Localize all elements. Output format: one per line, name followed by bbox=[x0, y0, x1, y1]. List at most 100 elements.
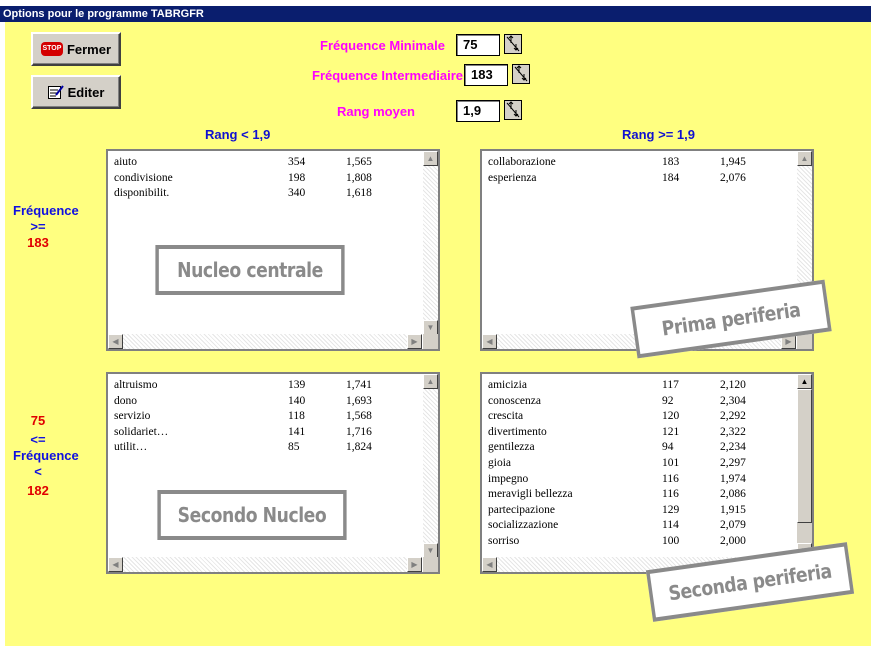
list-item[interactable]: amicizia 117 2,120 bbox=[488, 378, 780, 394]
frequency: 184 bbox=[662, 171, 680, 184]
frequency: 354 bbox=[288, 156, 306, 168]
freq-inter-value[interactable]: 183 bbox=[464, 64, 508, 86]
scroll-up-icon[interactable]: ▲ bbox=[423, 374, 438, 389]
horizontal-scrollbar[interactable]: ◀ ▶ bbox=[108, 557, 422, 572]
vertical-scrollbar[interactable]: ▲ ▼ bbox=[797, 374, 812, 558]
list-item[interactable]: crescita 120 2,292 bbox=[488, 409, 780, 425]
list-item[interactable]: collaborazione 183 1,945 bbox=[488, 155, 780, 171]
list-item[interactable]: meravigli bellezza 116 2,086 bbox=[488, 487, 780, 503]
list-item[interactable]: partecipazione 129 1,915 bbox=[488, 503, 780, 519]
options-panel: STOP Fermer Editer Fréquence Minimale 75… bbox=[5, 22, 871, 646]
rang-moyen-spinner[interactable]: 1,9 bbox=[456, 100, 522, 122]
scroll-up-icon[interactable]: ▲ bbox=[797, 151, 812, 166]
stamp-nucleo-centrale: Nucleo centrale bbox=[155, 245, 345, 295]
rank: 2,076 bbox=[720, 171, 746, 184]
word: sorriso bbox=[488, 534, 520, 547]
list-item[interactable]: altruismo 139 1,741 bbox=[114, 378, 406, 394]
scroll-thumb[interactable] bbox=[797, 389, 812, 523]
freq-min-spin-arrows[interactable] bbox=[504, 34, 522, 54]
scroll-right-icon[interactable]: ▶ bbox=[407, 334, 422, 349]
horizontal-scrollbar[interactable]: ◀ ▶ bbox=[108, 334, 422, 349]
scroll-down-icon[interactable]: ▼ bbox=[423, 320, 438, 335]
word: impegno bbox=[488, 472, 529, 485]
frequency: 120 bbox=[662, 410, 680, 423]
freq-inter-spinner[interactable]: 183 bbox=[464, 64, 530, 86]
freq-min-spinner[interactable]: 75 bbox=[456, 34, 522, 56]
editer-label: Editer bbox=[67, 84, 105, 100]
scroll-up-icon[interactable]: ▲ bbox=[797, 374, 812, 389]
list-item[interactable]: conoscenza 92 2,304 bbox=[488, 394, 780, 410]
word: amicizia bbox=[488, 379, 527, 391]
rank: 1,808 bbox=[346, 171, 372, 184]
rank: 1,741 bbox=[346, 379, 372, 391]
row-label-bottom-line3: Fréquence bbox=[13, 448, 79, 463]
rank: 1,568 bbox=[346, 410, 372, 423]
list-item[interactable]: impegno 116 1,974 bbox=[488, 472, 780, 488]
row-label-top-line1: Fréquence bbox=[13, 203, 79, 218]
list-item[interactable]: disponibilit. 340 1,618 bbox=[114, 186, 406, 202]
scroll-right-icon[interactable]: ▶ bbox=[407, 557, 422, 572]
rank: 1,974 bbox=[720, 472, 746, 485]
rang-moyen-value[interactable]: 1,9 bbox=[456, 100, 500, 122]
freq-inter-label: Fréquence Intermediaire bbox=[312, 68, 463, 83]
frequency: 100 bbox=[662, 534, 680, 547]
scroll-down-icon[interactable]: ▼ bbox=[423, 543, 438, 558]
vertical-scrollbar[interactable]: ▲ ▼ bbox=[423, 374, 438, 558]
list-item[interactable]: divertimento 121 2,322 bbox=[488, 425, 780, 441]
column-header-right: Rang >= 1,9 bbox=[622, 127, 695, 142]
list-item[interactable]: condivisione 198 1,808 bbox=[114, 171, 406, 187]
frequency: 139 bbox=[288, 379, 306, 391]
rank: 2,086 bbox=[720, 488, 746, 501]
scroll-up-icon[interactable]: ▲ bbox=[423, 151, 438, 166]
list-item[interactable]: aiuto 354 1,565 bbox=[114, 155, 406, 171]
word: gioia bbox=[488, 456, 511, 469]
list-item[interactable]: utilit… 85 1,824 bbox=[114, 440, 406, 456]
spin-arrows-icon bbox=[506, 35, 520, 52]
rank: 2,120 bbox=[720, 379, 746, 391]
frequency: 114 bbox=[662, 519, 679, 532]
word: meravigli bellezza bbox=[488, 488, 573, 501]
list-item[interactable]: gioia 101 2,297 bbox=[488, 456, 780, 472]
list-rows: aiuto 354 1,565 condivisione 198 1,808 dispo… bbox=[114, 155, 406, 202]
rank: 2,079 bbox=[720, 519, 746, 532]
rank: 1,565 bbox=[346, 156, 372, 168]
frequency: 141 bbox=[288, 425, 306, 438]
rang-moyen-spin-arrows[interactable] bbox=[504, 100, 522, 120]
listbox-seconda-periferia[interactable]: amicizia 117 2,120 conoscenza 92 2,304 cresc… bbox=[480, 372, 814, 574]
scroll-left-icon[interactable]: ◀ bbox=[482, 334, 497, 349]
list-item[interactable]: dono 140 1,693 bbox=[114, 394, 406, 410]
list-item[interactable]: esperienza 184 2,076 bbox=[488, 171, 780, 187]
list-item[interactable]: solidariet… 141 1,716 bbox=[114, 425, 406, 441]
scroll-left-icon[interactable]: ◀ bbox=[108, 557, 123, 572]
list-rows: altruismo 139 1,741 dono 140 1,693 servizio 1… bbox=[114, 378, 406, 456]
stamp-secondo-nucleo: Secondo Nucleo bbox=[157, 490, 347, 540]
scroll-left-icon[interactable]: ◀ bbox=[482, 557, 497, 572]
vertical-scrollbar[interactable]: ▲ ▼ bbox=[423, 151, 438, 335]
list-rows: collaborazione 183 1,945 esperienza 184 2,07… bbox=[488, 155, 780, 186]
frequency: 101 bbox=[662, 456, 680, 469]
listbox-secondo-nucleo[interactable]: altruismo 139 1,741 dono 140 1,693 servizio 1… bbox=[106, 372, 440, 574]
list-item[interactable]: gentilezza 94 2,234 bbox=[488, 440, 780, 456]
stop-icon: STOP bbox=[40, 42, 63, 56]
freq-min-label: Fréquence Minimale bbox=[320, 38, 445, 53]
frequency: 198 bbox=[288, 171, 306, 184]
rank: 1,618 bbox=[346, 187, 372, 200]
list-item[interactable]: socializzazione 114 2,079 bbox=[488, 518, 780, 534]
rank: 2,322 bbox=[720, 425, 746, 438]
list-item[interactable]: sorriso 100 2,000 bbox=[488, 534, 780, 550]
freq-min-value[interactable]: 75 bbox=[456, 34, 500, 56]
freq-inter-spin-arrows[interactable] bbox=[512, 64, 530, 84]
word: servizio bbox=[114, 410, 151, 423]
rank: 2,292 bbox=[720, 410, 746, 423]
frequency: 116 bbox=[662, 472, 679, 485]
word: partecipazione bbox=[488, 503, 556, 516]
frequency: 118 bbox=[288, 410, 305, 423]
list-rows: amicizia 117 2,120 conoscenza 92 2,304 cresc… bbox=[488, 378, 780, 550]
list-item[interactable]: servizio 118 1,568 bbox=[114, 409, 406, 425]
fermer-button[interactable]: STOP Fermer bbox=[31, 32, 121, 66]
word: solidariet… bbox=[114, 425, 169, 438]
word: altruismo bbox=[114, 379, 158, 391]
scroll-corner bbox=[797, 334, 812, 349]
scroll-left-icon[interactable]: ◀ bbox=[108, 334, 123, 349]
editer-button[interactable]: Editer bbox=[31, 75, 121, 109]
